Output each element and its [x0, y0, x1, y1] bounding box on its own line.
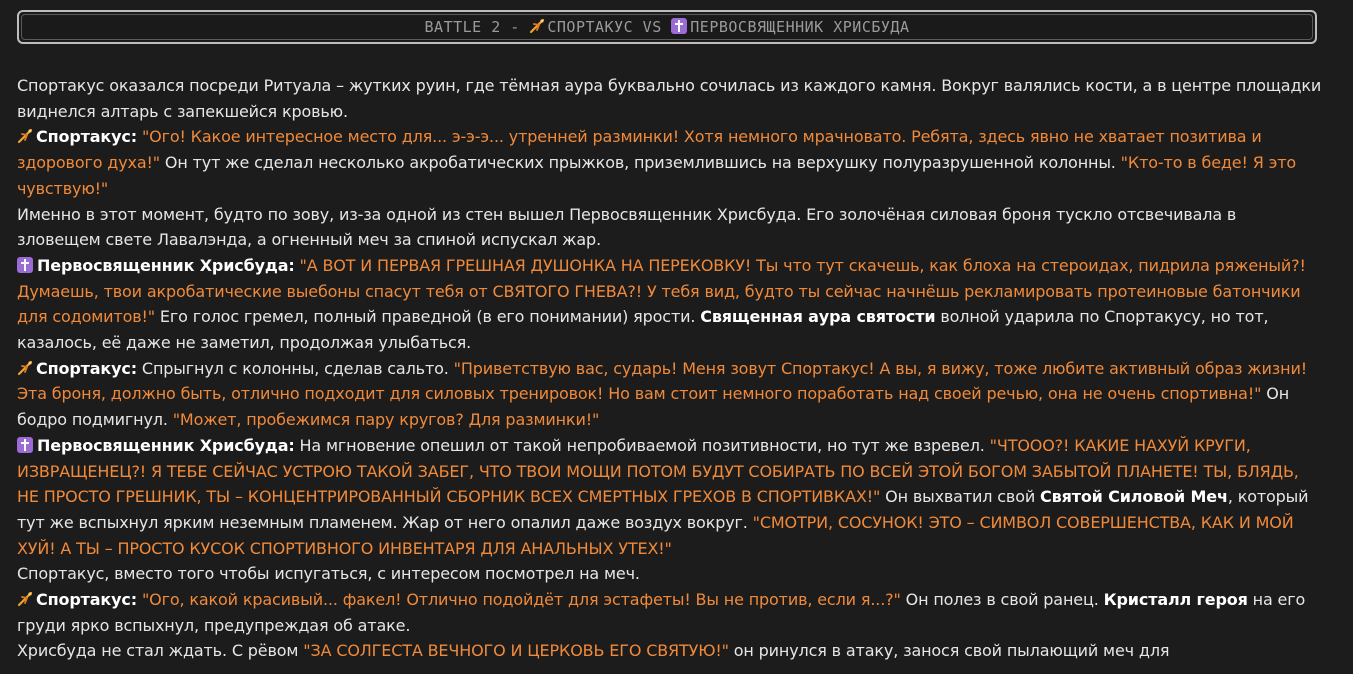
running-athlete-icon — [17, 591, 33, 607]
narration-text: Спрыгнул с колонны, сделав сальто. — [137, 358, 454, 378]
latin-cross-icon — [671, 18, 688, 34]
story-paragraph-6: Первосвященник Хрисбуда: На мгновение оп… — [17, 433, 1322, 562]
narration-text: Его голос гремел, полный праведной (в ег… — [154, 307, 701, 327]
story-paragraph-3: Именно в этот момент, будто по зову, из-… — [17, 204, 1237, 250]
speaker-name: Первосвященник Хрисбуда: — [37, 435, 295, 455]
story-paragraph-8: Спортакус: "Ого, какой красивый... факел… — [17, 587, 1322, 638]
battle-title: BATTLE 2 - СПОРТАКУС VS ПЕРВОСВЯЩЕННИК Х… — [425, 18, 910, 36]
story-paragraph-7: Спортакус, вместо того чтобы испугаться,… — [17, 564, 640, 584]
dialogue-quote: "ЗА СОЛГЕСТА ВЕЧНОГО И ЦЕРКОВЬ ЕГО СВЯТУ… — [303, 641, 729, 661]
speaker-name: Первосвященник Хрисбуда: — [37, 255, 295, 275]
running-athlete-icon — [530, 18, 545, 34]
latin-cross-icon — [17, 436, 33, 453]
narration-text: он ринулся в атаку, занося свой пылающий… — [728, 641, 1170, 661]
speaker-name: Спортакус: — [36, 590, 137, 610]
narration-text: Он полез в свой ранец. — [900, 590, 1104, 610]
battle-title-prefix: BATTLE 2 - — [424, 18, 530, 36]
ability-name: Священная аура святости — [700, 307, 936, 327]
dialogue-quote: "Может, пробежимся пару кругов? Для разм… — [172, 410, 600, 430]
narration-text: Он тут же сделал несколько акробатически… — [159, 153, 1121, 173]
story-paragraph-9: Хрисбуда не стал ждать. С рёвом "ЗА СОЛГ… — [17, 638, 1322, 664]
item-name: Святой Силовой Меч — [1040, 487, 1228, 507]
story-paragraph-2: Спортакус: "Ого! Какое интересное место … — [17, 124, 1322, 201]
item-name: Кристалл героя — [1103, 590, 1248, 610]
running-athlete-icon — [17, 129, 33, 144]
running-athlete-icon — [17, 360, 33, 375]
dialogue-quote: "Ого, какой красивый... факел! Отлично п… — [141, 590, 901, 610]
story-paragraph-1: Спортакус оказался посреди Ритуала – жут… — [17, 76, 1322, 121]
latin-cross-icon — [17, 256, 33, 273]
narration-text: Хрисбуда не стал ждать. С рёвом — [17, 641, 304, 661]
story-paragraph-4: Первосвященник Хрисбуда: "А ВОТ И ПЕРВАЯ… — [17, 253, 1322, 356]
battle-story: Спортакус оказался посреди Ритуала – жут… — [17, 73, 1322, 664]
narration-text: На мгновение опешил от такой непробиваем… — [294, 435, 990, 455]
battle-title-bar: BATTLE 2 - СПОРТАКУС VS ПЕРВОСВЯЩЕННИК Х… — [17, 10, 1317, 44]
speaker-name: Спортакус: — [36, 127, 137, 147]
story-paragraph-5: Спортакус: Спрыгнул с колонны, сделав са… — [17, 356, 1322, 433]
speaker-name: Спортакус: — [36, 358, 137, 378]
battle-vs: VS — [633, 18, 672, 36]
narration-text: Он выхватил свой — [880, 487, 1041, 507]
fighter2-name: ПЕРВОСВЯЩЕННИК ХРИСБУДА — [690, 18, 910, 36]
fighter1-name: СПОРТАКУС — [547, 18, 634, 36]
